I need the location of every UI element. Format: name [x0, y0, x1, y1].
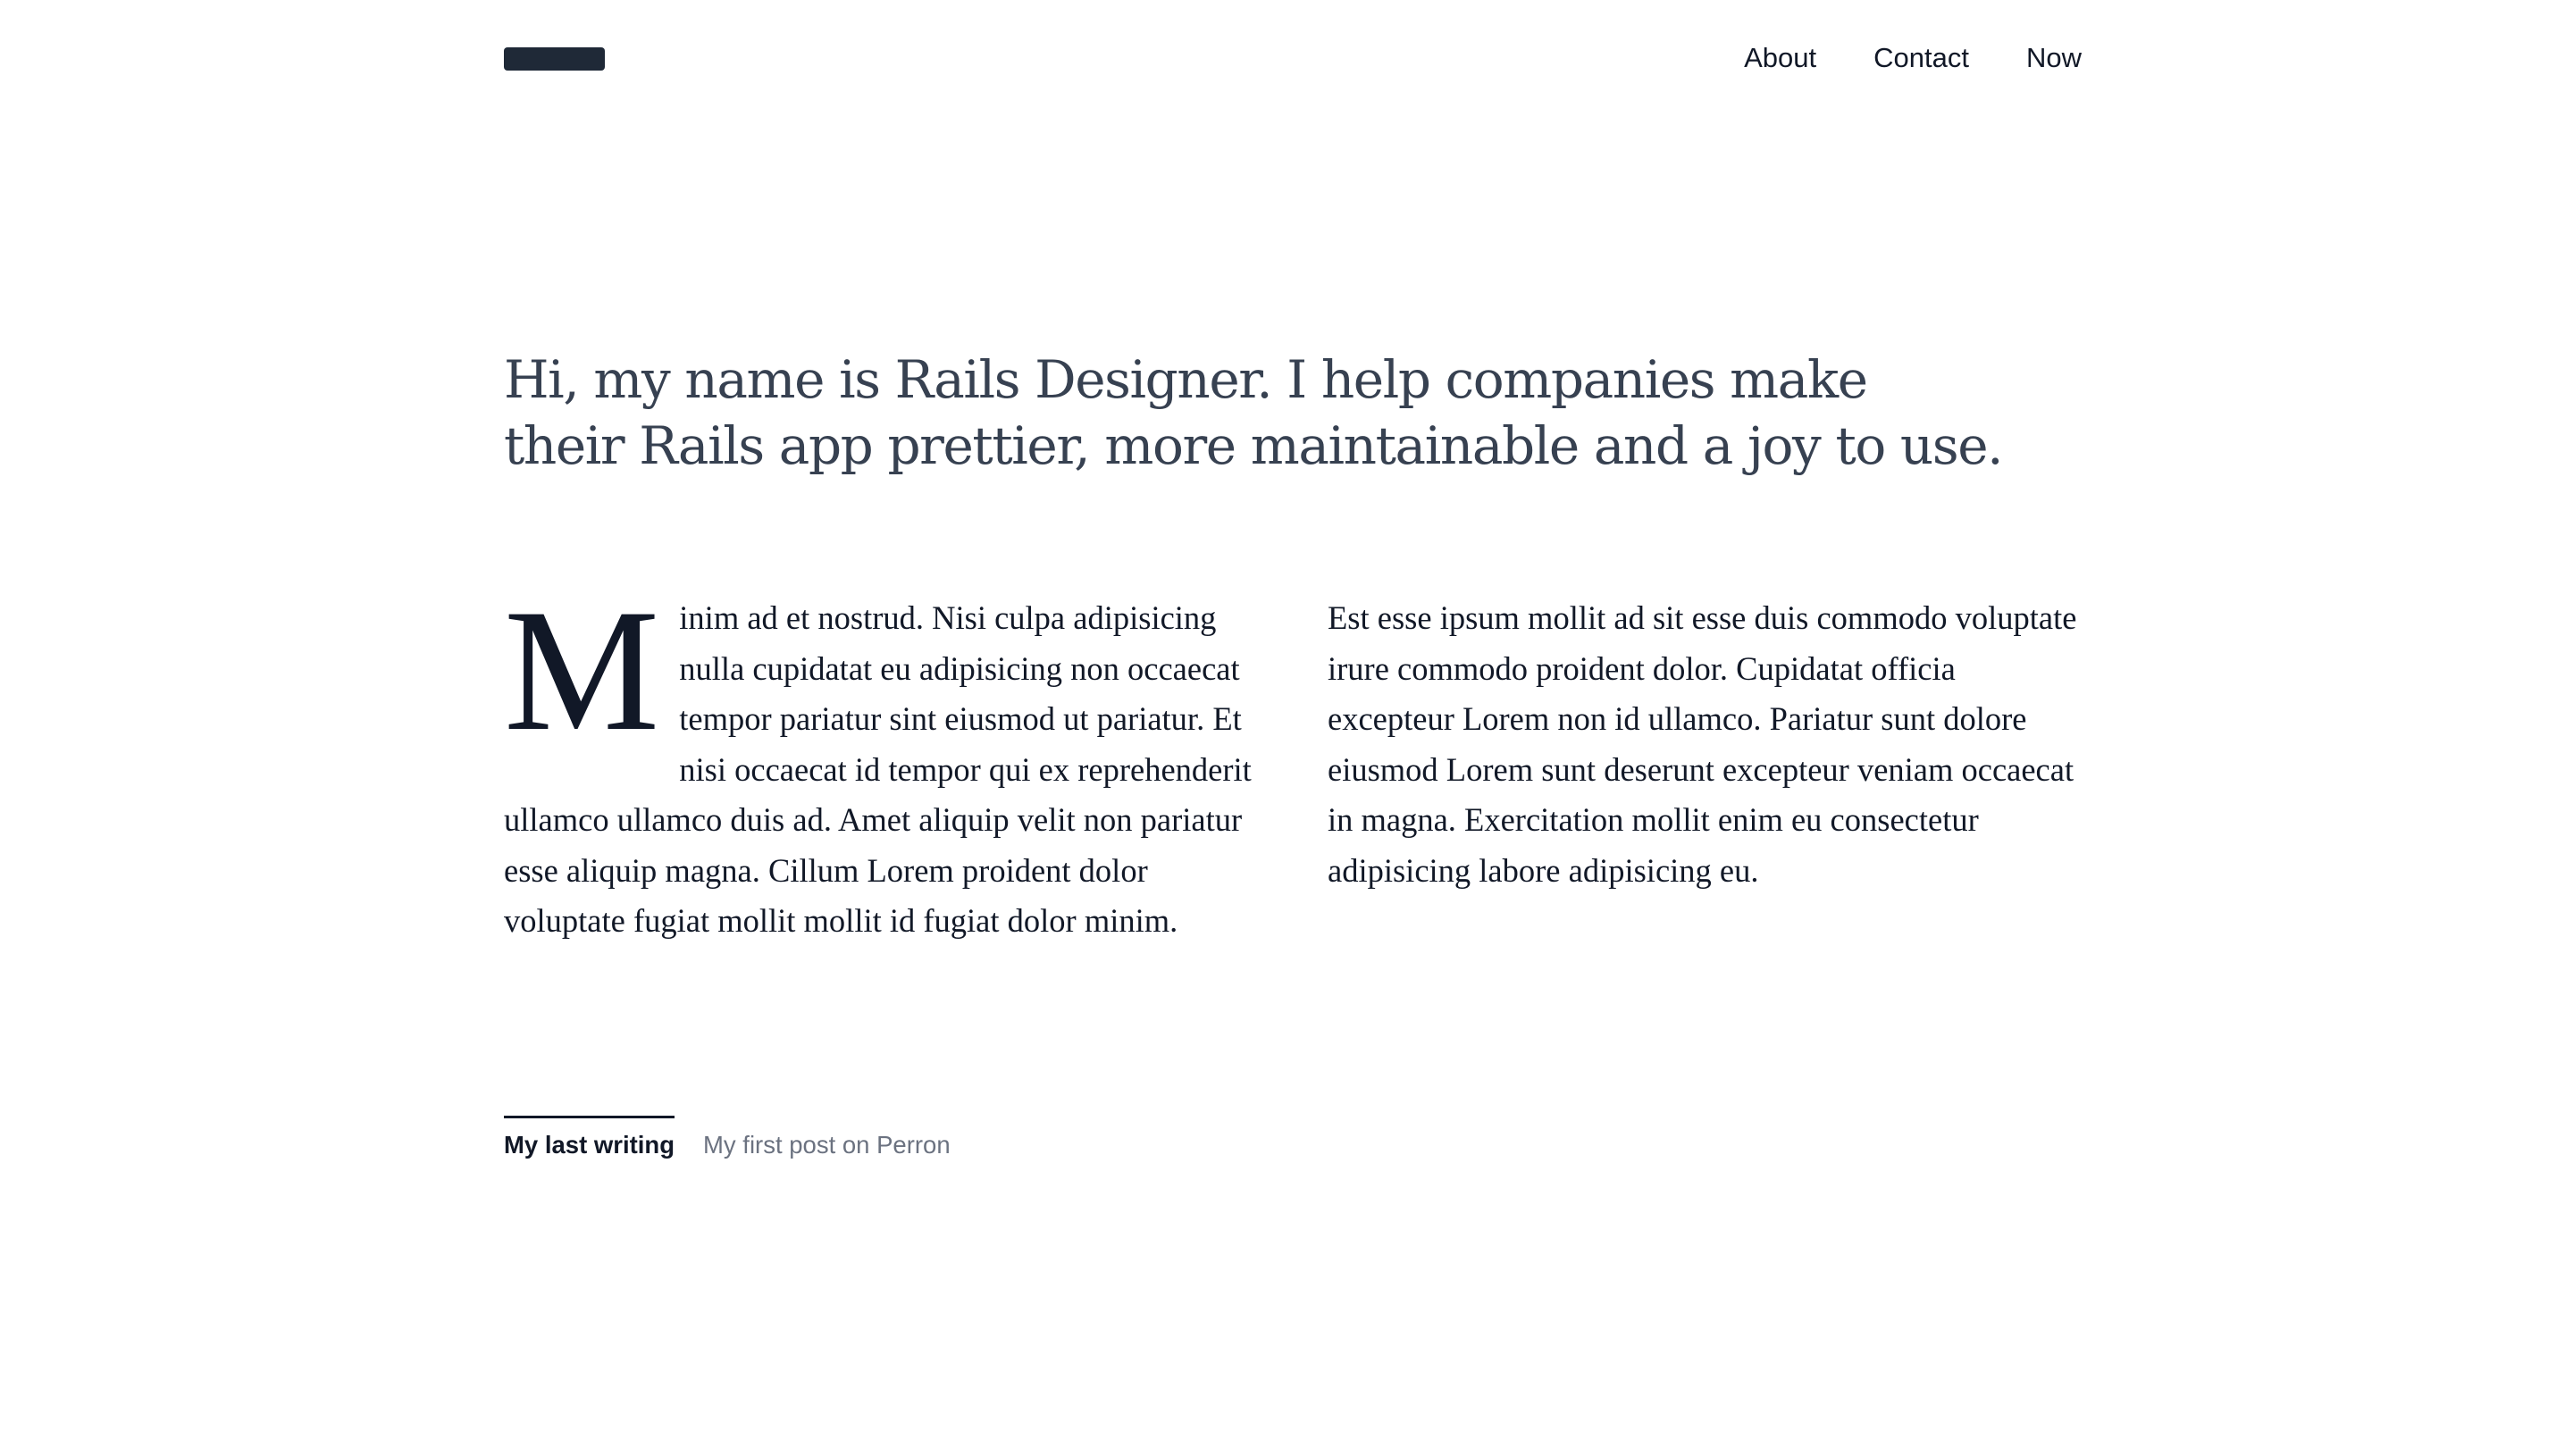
intro-heading: Hi, my name is Rails Designer. I help co…	[504, 347, 2004, 479]
last-writing-label: My last writing	[504, 1116, 675, 1161]
main-nav: About Contact Now	[1744, 41, 2082, 75]
nav-link-now[interactable]: Now	[2026, 41, 2082, 75]
last-writing-post-link[interactable]: My first post on Perron	[703, 1116, 951, 1161]
intro-line-2: their Rails app prettier, more maintaina…	[504, 415, 2004, 476]
drop-cap: M	[504, 573, 660, 767]
nav-link-about[interactable]: About	[1744, 41, 1816, 75]
intro-line-1: Hi, my name is Rails Designer. I help co…	[504, 349, 1868, 410]
last-writing: My last writing My first post on Perron	[504, 1116, 951, 1161]
body-columns: Minim ad et nostrud. Nisi culpa adipisic…	[504, 573, 2082, 947]
nav-link-contact[interactable]: Contact	[1873, 41, 1969, 75]
body-column-right: Est esse ipsum mollit ad sit esse duis c…	[1328, 599, 2077, 889]
page-container: About Contact Now Hi, my name is Rails D…	[504, 0, 2082, 1456]
site-logo[interactable]	[504, 47, 605, 71]
body-column-left: Minim ad et nostrud. Nisi culpa adipisic…	[504, 573, 1258, 947]
